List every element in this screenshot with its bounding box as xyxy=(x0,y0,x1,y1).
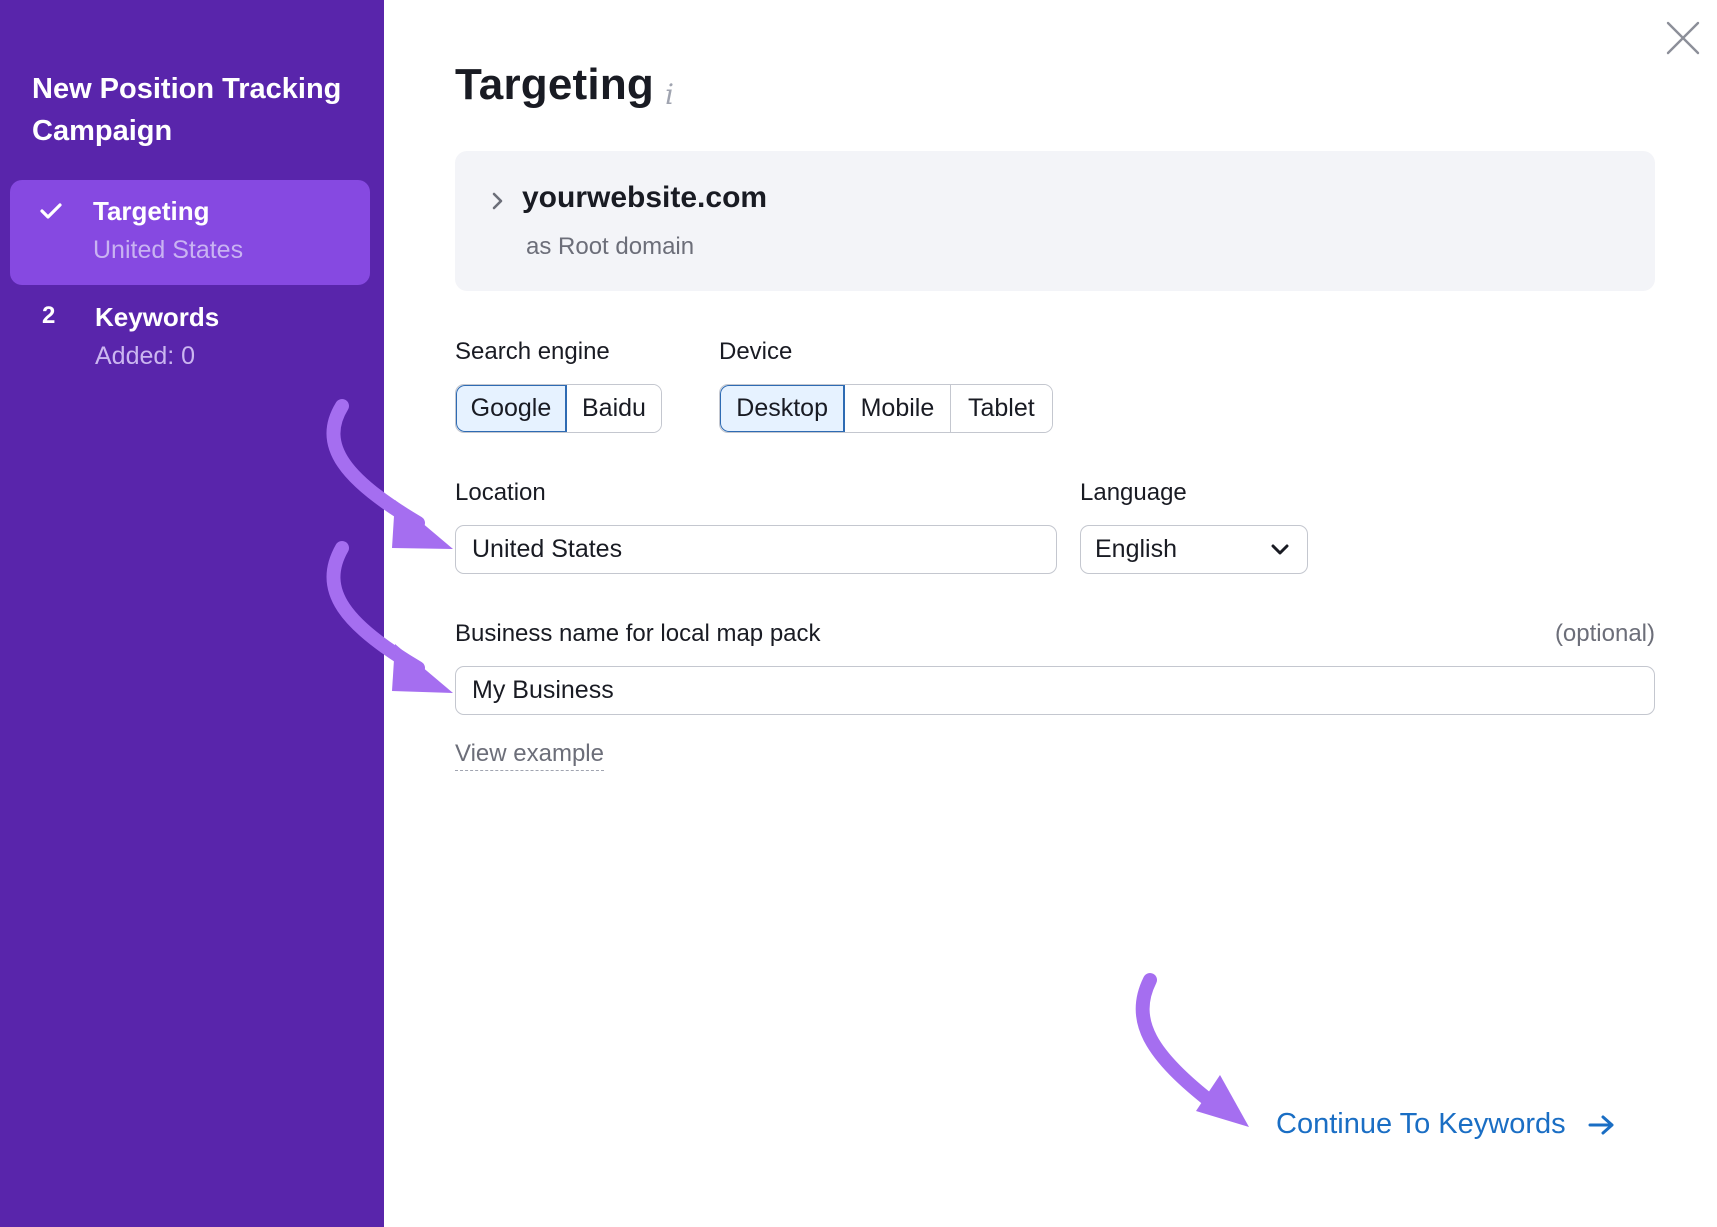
domain-type: as Root domain xyxy=(526,233,695,260)
info-icon[interactable]: i xyxy=(665,78,674,111)
search-engine-toggle: Google Baidu xyxy=(455,384,662,433)
sidebar-step-targeting[interactable]: Targeting United States xyxy=(10,180,370,285)
step-label: Targeting xyxy=(93,196,210,226)
sidebar: New Position Tracking Campaign Targeting… xyxy=(0,0,384,1227)
device-desktop[interactable]: Desktop xyxy=(720,385,846,432)
arrow-right-icon xyxy=(1588,1115,1614,1134)
step-sublabel: Added: 0 xyxy=(95,342,196,370)
language-label: Language xyxy=(1080,479,1187,506)
search-engine-label: Search engine xyxy=(455,338,610,365)
business-name-label: Business name for local map pack xyxy=(455,620,821,647)
optional-hint: (optional) xyxy=(1554,620,1655,647)
location-input[interactable]: United States xyxy=(455,525,1057,574)
close-icon xyxy=(1666,21,1700,55)
search-engine-google[interactable]: Google xyxy=(456,385,567,432)
chevron-right-icon[interactable] xyxy=(490,189,506,213)
step-sublabel: United States xyxy=(93,236,244,264)
close-button[interactable] xyxy=(1665,20,1701,56)
device-label: Device xyxy=(719,338,793,365)
continue-to-keywords-button[interactable]: Continue To Keywords xyxy=(1276,1108,1616,1141)
sidebar-step-keywords[interactable]: 2 Keywords Added: 0 xyxy=(10,286,370,391)
language-value: English xyxy=(1095,535,1177,563)
step-number: 2 xyxy=(42,302,56,329)
campaign-title: New Position Tracking Campaign xyxy=(32,73,342,147)
location-label: Location xyxy=(455,479,546,506)
business-name-input[interactable]: My Business xyxy=(455,666,1655,715)
device-toggle: Desktop Mobile Tablet xyxy=(719,384,1053,433)
chevron-down-icon xyxy=(1271,544,1289,555)
domain-summary: yourwebsite.com as Root domain xyxy=(455,151,1655,291)
step-label: Keywords xyxy=(95,302,220,332)
search-engine-baidu[interactable]: Baidu xyxy=(566,385,661,432)
domain-name: yourwebsite.com xyxy=(522,181,768,214)
check-icon xyxy=(40,198,70,220)
continue-label: Continue To Keywords xyxy=(1276,1108,1566,1140)
view-example-link[interactable]: View example xyxy=(455,740,604,771)
device-mobile[interactable]: Mobile xyxy=(845,385,951,432)
annotation-arrow-continue xyxy=(1135,973,1249,1127)
language-select[interactable]: English xyxy=(1080,525,1308,574)
device-tablet[interactable]: Tablet xyxy=(950,385,1052,432)
page-title: Targeting xyxy=(455,60,654,109)
